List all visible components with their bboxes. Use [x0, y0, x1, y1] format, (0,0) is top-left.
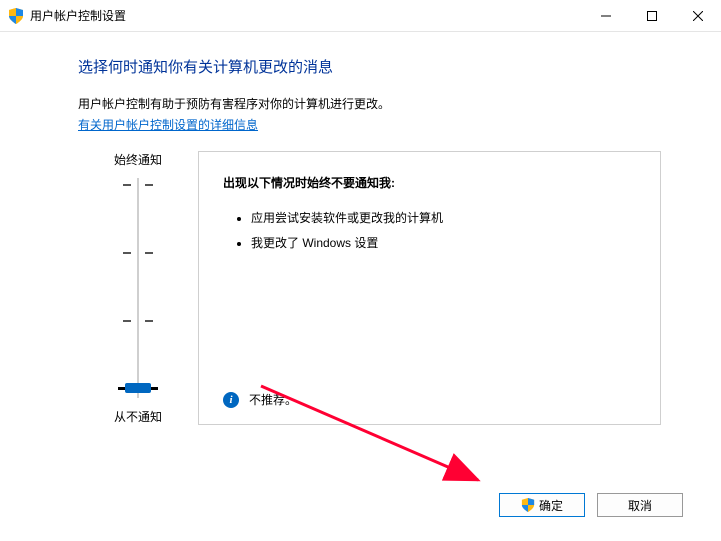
- maximize-button[interactable]: [629, 0, 675, 31]
- slider-top-label: 始终通知: [114, 151, 162, 168]
- cancel-button[interactable]: 取消: [597, 493, 683, 517]
- ok-button[interactable]: 确定: [499, 493, 585, 517]
- list-item: 应用尝试安装软件或更改我的计算机: [251, 205, 636, 230]
- info-heading: 出现以下情况时始终不要通知我:: [223, 174, 636, 191]
- slider-column: 始终通知 从不通知: [78, 151, 198, 425]
- close-button[interactable]: [675, 0, 721, 31]
- recommendation-text: 不推荐。: [249, 391, 297, 408]
- window-controls: [583, 0, 721, 31]
- slider-bottom-label: 从不通知: [114, 408, 162, 425]
- info-panel: 出现以下情况时始终不要通知我: 应用尝试安装软件或更改我的计算机 我更改了 Wi…: [198, 151, 661, 425]
- dialog-buttons: 确定 取消: [499, 493, 683, 517]
- page-heading: 选择何时通知你有关计算机更改的消息: [78, 56, 661, 77]
- list-item: 我更改了 Windows 设置: [251, 230, 636, 255]
- info-bullet-list: 应用尝试安装软件或更改我的计算机 我更改了 Windows 设置: [223, 205, 636, 255]
- recommendation-row: i 不推荐。: [223, 391, 636, 408]
- settings-body: 始终通知 从不通知 出现以下情况时始终不要通知我: 应用尝试安装软件或更改我的计…: [78, 151, 661, 425]
- info-icon: i: [223, 392, 239, 408]
- minimize-button[interactable]: [583, 0, 629, 31]
- window-title: 用户帐户控制设置: [30, 7, 126, 24]
- ok-button-label: 确定: [539, 497, 563, 514]
- uac-shield-icon: [521, 498, 535, 512]
- content-area: 选择何时通知你有关计算机更改的消息 用户帐户控制有助于预防有害程序对你的计算机进…: [0, 32, 721, 425]
- uac-shield-icon: [8, 8, 24, 24]
- learn-more-link[interactable]: 有关用户帐户控制设置的详细信息: [78, 116, 258, 133]
- notification-slider[interactable]: [123, 178, 153, 398]
- cancel-button-label: 取消: [628, 497, 652, 514]
- slider-thumb[interactable]: [125, 383, 151, 393]
- page-description: 用户帐户控制有助于预防有害程序对你的计算机进行更改。: [78, 95, 661, 112]
- titlebar: 用户帐户控制设置: [0, 0, 721, 32]
